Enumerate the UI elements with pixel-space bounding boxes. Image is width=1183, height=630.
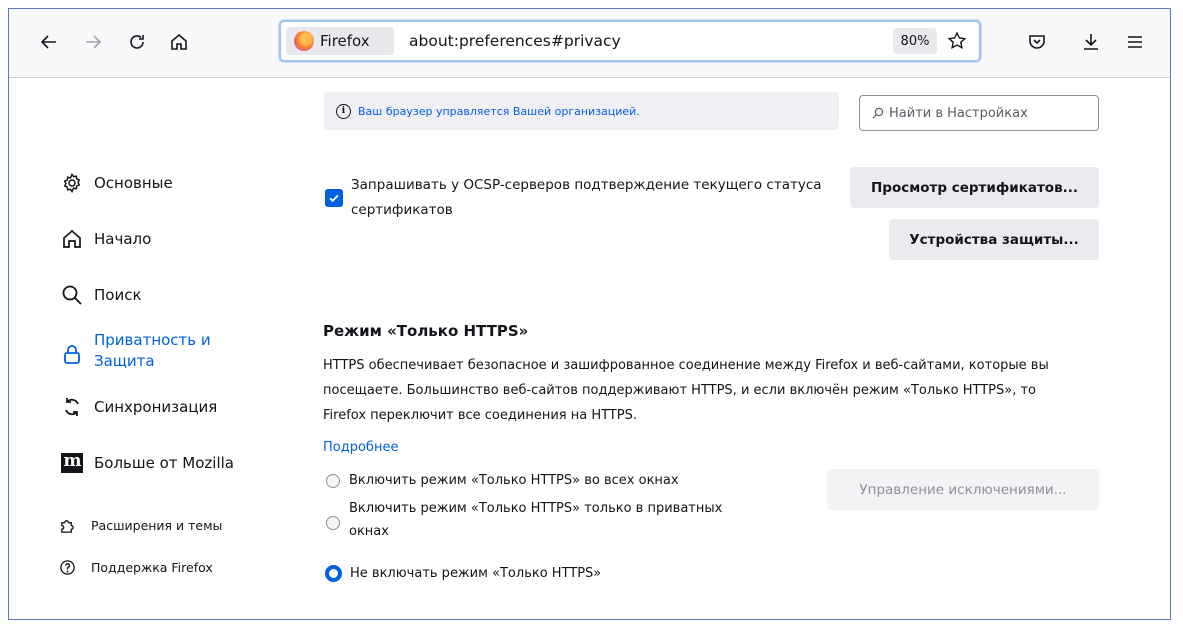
home-button[interactable]: [163, 26, 195, 58]
sidebar-item-more-from-mozilla[interactable]: m Больше от Mozilla: [59, 450, 234, 476]
reload-icon: [130, 35, 144, 49]
radio-label: Включить режим «Только HTTPS» во всех ок…: [349, 473, 679, 488]
radio-label: Не включать режим «Только HTTPS»: [350, 566, 602, 581]
forward-button[interactable]: [77, 26, 109, 58]
radio-label: Включить режим «Только HTTPS» только в п…: [349, 501, 723, 516]
sidebar-item-label: Поддержка Firefox: [91, 559, 213, 575]
navigation-toolbar: Firefox about:preferences#privacy 80%: [9, 9, 1170, 78]
downloads-button[interactable]: [1075, 26, 1107, 58]
lock-icon: [64, 345, 80, 364]
radio-https-private-windows[interactable]: Включить режим «Только HTTPS» только в п…: [326, 497, 722, 543]
identity-box[interactable]: Firefox: [286, 27, 394, 55]
ocsp-checkbox[interactable]: [325, 189, 343, 207]
ocsp-label[interactable]: Запрашивать у OCSP-серверов подтверждени…: [351, 173, 846, 223]
sidebar-item-home[interactable]: Начало: [59, 226, 151, 252]
security-devices-button[interactable]: Устройства защиты...: [889, 219, 1099, 260]
radio-button[interactable]: [326, 474, 340, 488]
bookmark-star-icon: [947, 31, 967, 50]
policy-notice: i Ваш браузер управляется Вашей организа…: [324, 92, 839, 130]
info-icon: i: [336, 103, 351, 119]
back-button[interactable]: [33, 26, 65, 58]
gear-icon: [63, 173, 81, 193]
url-bar[interactable]: Firefox about:preferences#privacy 80%: [279, 20, 981, 62]
checkmark-icon: [329, 194, 339, 203]
sync-icon: [65, 398, 79, 416]
search-placeholder: Найти в Настройках: [889, 105, 1028, 121]
pocket-icon: [1029, 35, 1045, 49]
radio-https-all-windows[interactable]: Включить режим «Только HTTPS» во всех ок…: [326, 469, 679, 492]
back-icon: [40, 35, 56, 49]
sidebar-item-label: Приватность и: [94, 331, 211, 349]
home-icon: [171, 33, 187, 50]
sidebar-item-label: Основные: [94, 174, 173, 192]
view-certificates-button[interactable]: Просмотр сертификатов...: [850, 167, 1099, 208]
https-only-description: HTTPS обеспечивает безопасное и зашифров…: [323, 358, 1049, 423]
sidebar-item-label: Защита: [94, 352, 155, 370]
sidebar-item-label: Поиск: [94, 286, 142, 304]
learn-more-link[interactable]: Подробнее: [323, 440, 398, 455]
sidebar-item-label: Синхронизация: [94, 398, 218, 416]
browser-window: Firefox about:preferences#privacy 80% Ос…: [8, 8, 1171, 620]
app-menu-button[interactable]: [1119, 26, 1151, 58]
sidebar-item-general[interactable]: Основные: [59, 170, 173, 196]
download-icon: [1084, 34, 1098, 50]
sidebar-item-support[interactable]: Поддержка Firefox: [56, 556, 213, 578]
zoom-reset-button[interactable]: 80%: [893, 28, 937, 54]
mozilla-m-icon: m: [61, 453, 83, 473]
radio-button[interactable]: [326, 516, 340, 530]
sidebar-item-label: Расширения и темы: [91, 517, 223, 533]
puzzle-icon: [60, 519, 74, 533]
sidebar-item-privacy[interactable]: Приватность и Защита: [59, 330, 211, 372]
sidebar-item-extensions[interactable]: Расширения и темы: [56, 514, 222, 536]
https-only-heading: Режим «Только HTTPS»: [323, 322, 529, 340]
radio-button-selected[interactable]: [325, 565, 342, 582]
url-text[interactable]: about:preferences#privacy: [409, 22, 621, 60]
menu-icon: [1128, 36, 1142, 48]
forward-icon: [86, 35, 102, 49]
pocket-button[interactable]: [1021, 26, 1053, 58]
bookmark-star-button[interactable]: [943, 27, 971, 55]
reload-button[interactable]: [121, 26, 153, 58]
sidebar-item-search[interactable]: Поиск: [59, 282, 142, 308]
firefox-logo-icon: [294, 31, 314, 51]
manage-exceptions-button[interactable]: Управление исключениями...: [827, 469, 1099, 510]
search-icon: [62, 285, 82, 305]
radio-label: окнах: [349, 524, 389, 539]
help-icon: [59, 559, 75, 575]
radio-https-disabled[interactable]: Не включать режим «Только HTTPS»: [325, 562, 602, 585]
sidebar-item-label: Начало: [94, 230, 152, 248]
home-icon: [63, 229, 81, 248]
sidebar-item-sync[interactable]: Синхронизация: [59, 394, 217, 420]
settings-search-input[interactable]: Найти в Настройках: [859, 95, 1099, 131]
sidebar-item-label: Больше от Mozilla: [94, 454, 234, 472]
policy-notice-link[interactable]: Ваш браузер управляется Вашей организаци…: [358, 105, 640, 118]
identity-label: Firefox: [320, 32, 370, 50]
search-icon: [872, 107, 884, 119]
